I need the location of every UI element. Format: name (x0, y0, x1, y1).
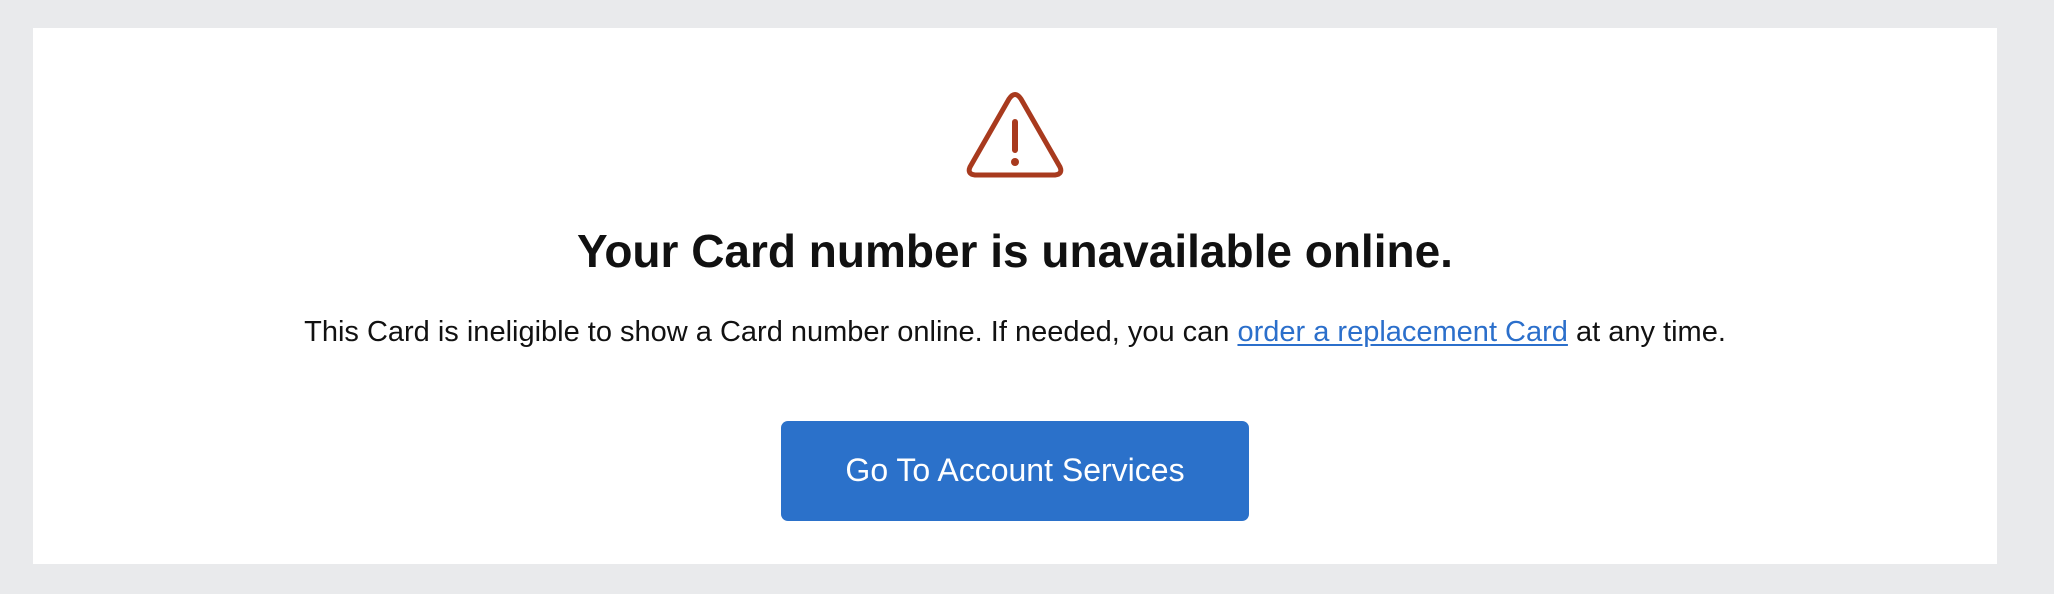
message-text-before-link: This Card is ineligible to show a Card n… (304, 315, 1238, 348)
order-replacement-card-link[interactable]: order a replacement Card (1237, 316, 1567, 348)
warning-triangle-icon (965, 90, 1065, 180)
message-text-after-link: at any time. (1567, 315, 1726, 348)
notice-message: This Card is ineligible to show a Card n… (304, 314, 1726, 352)
go-to-account-services-button[interactable]: Go To Account Services (781, 420, 1249, 521)
page-title: Your Card number is unavailable online. (577, 225, 1453, 277)
notice-card: Your Card number is unavailable online. … (33, 28, 1997, 564)
